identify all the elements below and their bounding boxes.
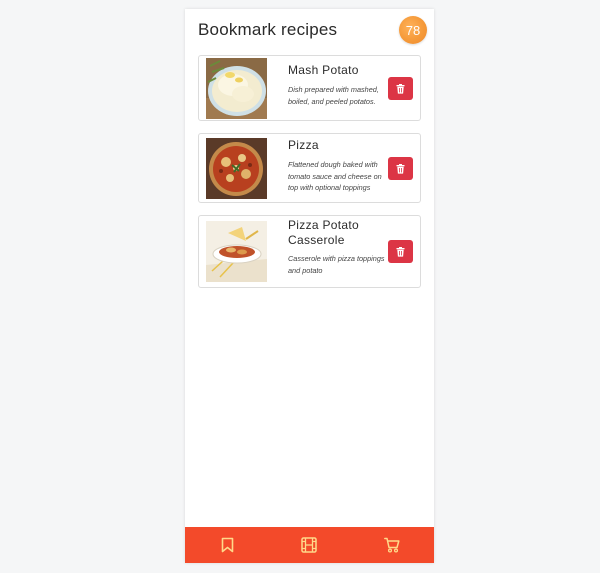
trash-icon <box>396 246 405 257</box>
recipe-info: Pizza Potato Casserole Casserole with pi… <box>288 218 388 276</box>
recipe-info: Mash Potato Dish prepared with mashed, b… <box>288 63 388 107</box>
recipe-card[interactable]: Pizza Flattened dough baked with tomato … <box>198 133 421 203</box>
nav-cart[interactable] <box>383 536 401 554</box>
recipe-image <box>206 221 267 282</box>
film-icon <box>301 537 317 553</box>
delete-button[interactable] <box>388 157 413 180</box>
recipe-card[interactable]: Pizza Potato Casserole Casserole with pi… <box>198 215 421 288</box>
score-badge[interactable]: 78 <box>399 16 427 44</box>
recipe-info: Pizza Flattened dough baked with tomato … <box>288 138 388 194</box>
delete-button[interactable] <box>388 240 413 263</box>
recipe-description: Dish prepared with mashed, boiled, and p… <box>288 85 379 106</box>
trash-icon <box>396 83 405 94</box>
recipe-name: Mash Potato <box>288 63 359 77</box>
recipe-description: Casserole with pizza toppings and potato <box>288 254 385 275</box>
page-title: Bookmark recipes <box>198 20 338 39</box>
recipe-description: Flattened dough baked with tomato sauce … <box>288 160 382 192</box>
delete-button[interactable] <box>388 77 413 100</box>
recipe-list: Mash Potato Dish prepared with mashed, b… <box>198 55 421 300</box>
trash-icon <box>396 163 405 174</box>
recipe-image <box>206 138 267 199</box>
recipe-image <box>206 58 267 119</box>
nav-bookmarks[interactable] <box>218 536 236 554</box>
recipe-card[interactable]: Mash Potato Dish prepared with mashed, b… <box>198 55 421 121</box>
recipe-name: Pizza Potato Casserole <box>288 218 359 247</box>
bottom-nav <box>185 527 434 563</box>
nav-videos[interactable] <box>300 536 318 554</box>
cart-icon <box>384 537 400 553</box>
app-screen: Bookmark recipes 78 Mash Potato Dish pre… <box>185 9 434 563</box>
bookmark-icon <box>221 537 233 553</box>
recipe-name: Pizza <box>288 138 319 152</box>
header: Bookmark recipes 78 <box>185 9 434 53</box>
